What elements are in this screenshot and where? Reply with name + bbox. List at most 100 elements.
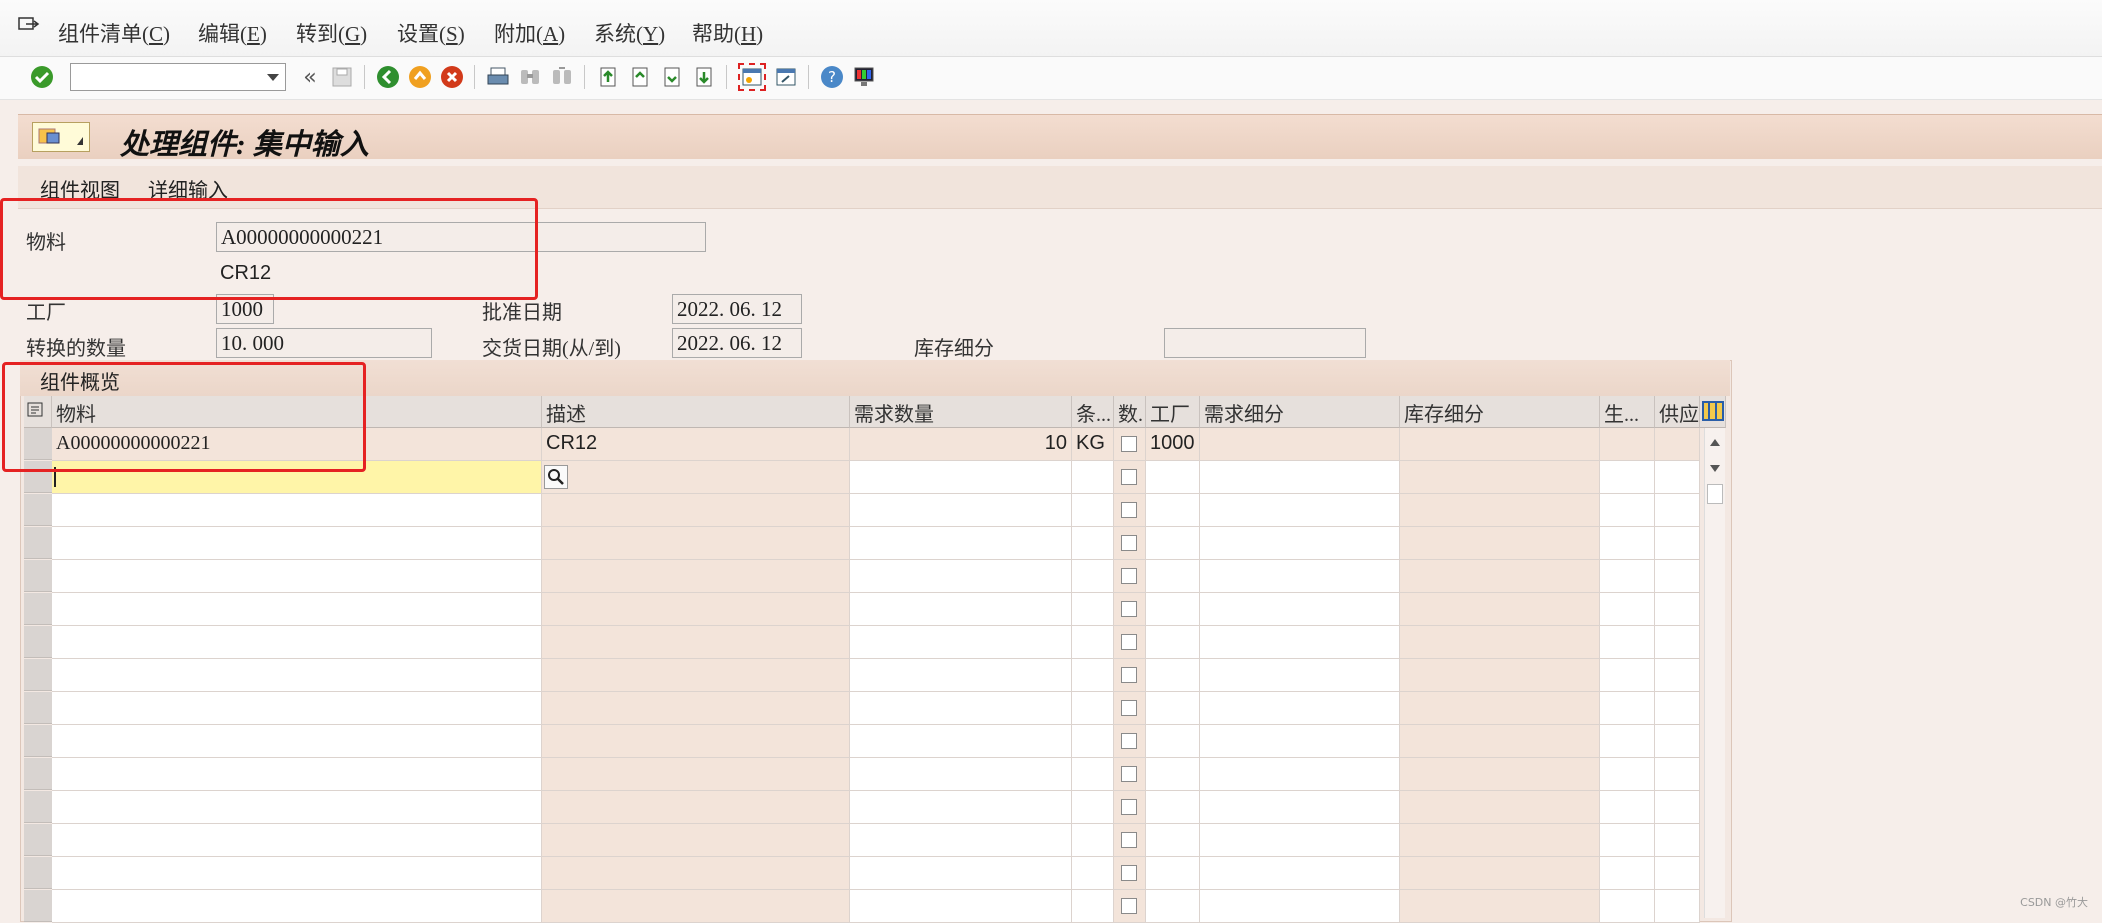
cell-number[interactable] xyxy=(1114,659,1146,692)
cell-stock-segment[interactable] xyxy=(1400,560,1600,593)
cell-requirement-segment[interactable] xyxy=(1200,824,1400,857)
cell-item-category[interactable] xyxy=(1072,626,1114,659)
cell-stock-segment[interactable] xyxy=(1400,659,1600,692)
cell-number[interactable] xyxy=(1114,626,1146,659)
cell-number[interactable] xyxy=(1114,725,1146,758)
scroll-down-icon[interactable] xyxy=(1708,462,1722,474)
cell-item-category[interactable] xyxy=(1072,758,1114,791)
cell-production[interactable] xyxy=(1600,725,1655,758)
cell-plant[interactable] xyxy=(1146,560,1200,593)
cell-requirement-segment[interactable] xyxy=(1200,890,1400,923)
find-icon[interactable] xyxy=(516,63,544,91)
row-selector[interactable] xyxy=(24,659,52,691)
cell-supply[interactable] xyxy=(1655,857,1700,890)
cell-requirement-segment[interactable] xyxy=(1200,461,1400,494)
cell-production[interactable] xyxy=(1600,857,1655,890)
menu-help[interactable]: 帮助(H) xyxy=(692,18,763,48)
row-checkbox[interactable] xyxy=(1121,865,1137,881)
cancel-icon[interactable] xyxy=(438,63,466,91)
cell-number[interactable] xyxy=(1114,560,1146,593)
row-checkbox[interactable] xyxy=(1121,601,1137,617)
cell-number[interactable] xyxy=(1114,857,1146,890)
menu-edit[interactable]: 编辑(E) xyxy=(198,18,267,48)
cell-description[interactable] xyxy=(542,527,850,560)
cell-supply[interactable] xyxy=(1655,626,1700,659)
help-icon[interactable]: ? xyxy=(818,63,846,91)
cell-stock-segment[interactable] xyxy=(1400,890,1600,923)
converted-qty-field[interactable]: 10. 000 xyxy=(216,328,432,358)
next-page-icon[interactable] xyxy=(658,63,686,91)
cell-description[interactable] xyxy=(542,791,850,824)
cell-supply[interactable] xyxy=(1655,725,1700,758)
row-selector[interactable] xyxy=(24,626,52,658)
cell-plant[interactable] xyxy=(1146,725,1200,758)
cell-required-qty[interactable]: 10 xyxy=(850,428,1072,461)
cell-material[interactable] xyxy=(52,824,542,857)
cell-number[interactable] xyxy=(1114,758,1146,791)
row-checkbox[interactable] xyxy=(1121,832,1137,848)
search-help-icon[interactable] xyxy=(544,465,568,489)
shortcut-icon[interactable] xyxy=(772,63,800,91)
cell-item-category[interactable] xyxy=(1072,725,1114,758)
cell-item-category[interactable] xyxy=(1072,527,1114,560)
row-selector[interactable] xyxy=(24,824,52,856)
cell-number[interactable] xyxy=(1114,428,1146,461)
cell-required-qty[interactable] xyxy=(850,560,1072,593)
cell-item-category[interactable] xyxy=(1072,461,1114,494)
cell-supply[interactable] xyxy=(1655,428,1700,461)
cell-plant[interactable] xyxy=(1146,791,1200,824)
cell-production[interactable] xyxy=(1600,890,1655,923)
cell-required-qty[interactable] xyxy=(850,824,1072,857)
cell-material[interactable] xyxy=(52,725,542,758)
cell-supply[interactable] xyxy=(1655,593,1700,626)
cell-item-category[interactable] xyxy=(1072,890,1114,923)
cell-requirement-segment[interactable] xyxy=(1200,758,1400,791)
cell-description[interactable] xyxy=(542,626,850,659)
row-selector[interactable] xyxy=(24,560,52,592)
col-number[interactable]: 数. xyxy=(1114,396,1146,428)
col-item-category[interactable]: 条... xyxy=(1072,396,1114,428)
cell-material[interactable] xyxy=(52,692,542,725)
menu-screen-icon[interactable] xyxy=(18,16,40,36)
cell-stock-segment[interactable] xyxy=(1400,824,1600,857)
cell-production[interactable] xyxy=(1600,560,1655,593)
cell-plant[interactable] xyxy=(1146,692,1200,725)
cell-supply[interactable] xyxy=(1655,824,1700,857)
customize-layout-icon[interactable] xyxy=(850,63,878,91)
cell-plant[interactable] xyxy=(1146,857,1200,890)
cell-material[interactable] xyxy=(52,527,542,560)
col-required-qty[interactable]: 需求数量 xyxy=(850,396,1072,428)
enter-icon[interactable] xyxy=(28,63,56,91)
cell-material[interactable] xyxy=(52,758,542,791)
cell-production[interactable] xyxy=(1600,494,1655,527)
cell-stock-segment[interactable] xyxy=(1400,692,1600,725)
cell-plant[interactable] xyxy=(1146,461,1200,494)
cell-production[interactable] xyxy=(1600,461,1655,494)
cell-item-category[interactable] xyxy=(1072,692,1114,725)
cell-plant[interactable] xyxy=(1146,593,1200,626)
cell-material[interactable] xyxy=(52,593,542,626)
cell-required-qty[interactable] xyxy=(850,626,1072,659)
cell-number[interactable] xyxy=(1114,461,1146,494)
cell-item-category[interactable] xyxy=(1072,659,1114,692)
cell-stock-segment[interactable] xyxy=(1400,527,1600,560)
row-selector[interactable] xyxy=(24,725,52,757)
stock-segment-field[interactable] xyxy=(1164,328,1366,358)
cell-supply[interactable] xyxy=(1655,758,1700,791)
cell-description[interactable] xyxy=(542,758,850,791)
cell-number[interactable] xyxy=(1114,494,1146,527)
cell-item-category[interactable] xyxy=(1072,560,1114,593)
cell-material[interactable] xyxy=(52,494,542,527)
transaction-icon[interactable] xyxy=(32,122,90,152)
cell-requirement-segment[interactable] xyxy=(1200,626,1400,659)
cell-supply[interactable] xyxy=(1655,791,1700,824)
row-checkbox[interactable] xyxy=(1121,733,1137,749)
cell-requirement-segment[interactable] xyxy=(1200,527,1400,560)
cell-description[interactable] xyxy=(542,890,850,923)
col-description[interactable]: 描述 xyxy=(542,396,850,428)
cell-stock-segment[interactable] xyxy=(1400,494,1600,527)
cell-plant[interactable]: 1000 xyxy=(1146,428,1200,461)
cell-number[interactable] xyxy=(1114,791,1146,824)
cell-item-category[interactable] xyxy=(1072,593,1114,626)
cell-material[interactable] xyxy=(52,791,542,824)
